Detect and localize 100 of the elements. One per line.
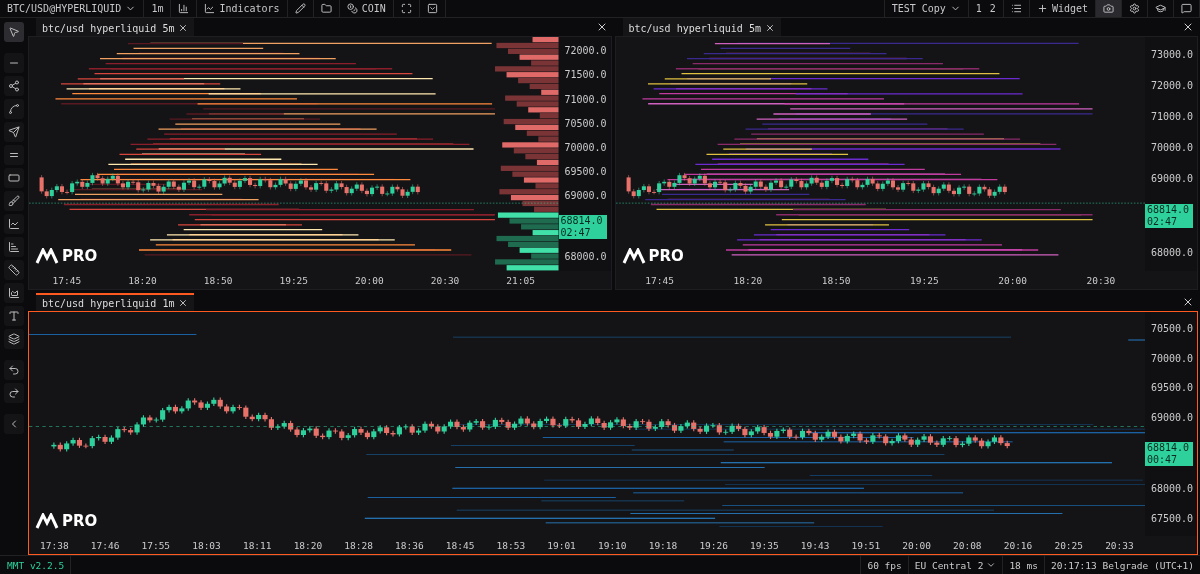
indicators-button[interactable]: Indicators [197,0,288,17]
interval-button[interactable]: 1m [144,0,172,17]
collapse-tool-button[interactable] [4,414,24,434]
chart-tab[interactable]: btc/usd hyperliquid 1m [36,293,195,311]
last-price-tag: 68814.0 02:47 [1145,204,1193,229]
time-label: 20:33 [1105,539,1134,551]
time-label: 19:25 [279,274,309,286]
time-label: 18:45 [445,539,475,551]
undo-icon [8,364,20,376]
time-label: 18:03 [192,539,221,551]
time-label: 18:11 [242,539,272,551]
chat-icon [1181,3,1192,14]
close-icon[interactable] [178,298,189,308]
list-icon [1010,3,1022,14]
chevron-down-icon [426,3,438,14]
page-button[interactable]: 2 [985,0,1000,17]
time-label: 18:50 [203,274,233,286]
price-label: 69000.0 [1150,173,1195,186]
symbol-selector[interactable]: BTC/USD@HYPERLIQUID [0,0,145,17]
logo-mark-icon [621,248,646,264]
close-icon [1182,21,1194,33]
time-label: 17:45 [645,274,674,286]
time-label: 20:00 [355,274,384,286]
path-tool-button[interactable] [4,99,24,119]
bar-chart-icon [178,3,190,14]
ruler-icon [8,264,20,276]
price-label: 68000.0 [1150,483,1195,496]
time-label: 20:08 [953,539,982,551]
fullscreen-icon [400,3,412,14]
time-label: 20:16 [1003,539,1033,551]
text-tool-button[interactable] [4,306,24,326]
logo: PRO [35,247,98,265]
chart-tool-button[interactable] [4,214,24,234]
price-label: 70500.0 [563,117,608,130]
region-selector[interactable]: EU Central 2 [907,556,1003,574]
area-tool-button[interactable] [4,283,24,303]
time-label: 18:50 [821,274,851,286]
latency-label: 18 ms [1002,556,1044,574]
redo-tool-button[interactable] [4,383,24,403]
area-chart-icon [8,287,20,299]
close-icon [1182,296,1194,308]
time-label: 18:20 [128,274,157,286]
time-label: 20:25 [1054,539,1084,551]
coins-icon [346,3,358,14]
time-label: 20:30 [430,274,460,286]
time-label: 18:36 [395,539,424,551]
version-label: MMT v2.2.5 [0,556,72,574]
brush-tool-button[interactable] [4,191,24,211]
time-label: 17:46 [90,539,120,551]
close-icon[interactable] [178,23,189,33]
clock-label: 20:17:13 Belgrade (UTC+1) [1044,556,1200,574]
time-label: 17:45 [52,274,82,286]
brush-icon [8,195,20,207]
logo: PRO [621,247,684,265]
close-icon[interactable] [764,23,775,33]
camera-button[interactable] [1096,0,1122,17]
page-button[interactable]: 1 [971,0,986,17]
ruler-tool-button[interactable] [4,260,24,280]
hline-tool-button[interactable] [4,53,24,73]
plus-icon [1036,3,1048,14]
price-label: 71000.0 [563,93,608,106]
bars-icon [8,241,20,253]
fps-label: 60 fps [860,556,908,574]
time-label: 18:20 [293,539,323,551]
time-label: 18:53 [496,539,526,551]
folder-icon [320,3,332,14]
time-label: 19:01 [547,539,576,551]
chart-tab[interactable]: btc/usd hyperliquid 5m [622,18,781,36]
text-icon [8,310,20,322]
parallel-tool-button[interactable] [4,145,24,165]
arrow-tool-button[interactable] [4,122,24,142]
cursor-icon [8,26,20,38]
price-label: 69500.0 [1150,382,1195,395]
price-label: 68000.0 [563,250,608,263]
path-icon [8,103,20,115]
nodes-tool-button[interactable] [4,76,24,96]
time-label: 20:00 [998,274,1027,286]
settings-icon [1129,3,1140,14]
chart-tab[interactable]: btc/usd hyperliquid 5m [36,18,195,36]
time-label: 19:18 [648,539,678,551]
time-label: 20:00 [902,539,931,551]
layout-selector[interactable]: TEST Copy [883,0,969,17]
price-label: 71500.0 [563,69,608,82]
time-label: 17:38 [40,539,69,551]
bars-tool-button[interactable] [4,237,24,257]
line-chart-icon [8,218,20,230]
price-label: 71000.0 [1150,110,1195,123]
nodes-icon [8,80,20,92]
layers-tool-button[interactable] [4,329,24,349]
time-label: 19:26 [699,539,728,551]
time-label: 18:28 [344,539,373,551]
cursor-tool-button[interactable] [4,22,24,42]
time-label: 20:30 [1086,274,1116,286]
undo-tool-button[interactable] [4,360,24,380]
price-label: 69500.0 [563,166,608,179]
price-label: 70500.0 [1150,322,1195,335]
last-price-tag: 68814.0 02:47 [558,214,607,239]
rect-tool-button[interactable] [4,168,24,188]
pencil-icon [294,3,306,14]
coin-button[interactable]: COIN [339,0,394,17]
